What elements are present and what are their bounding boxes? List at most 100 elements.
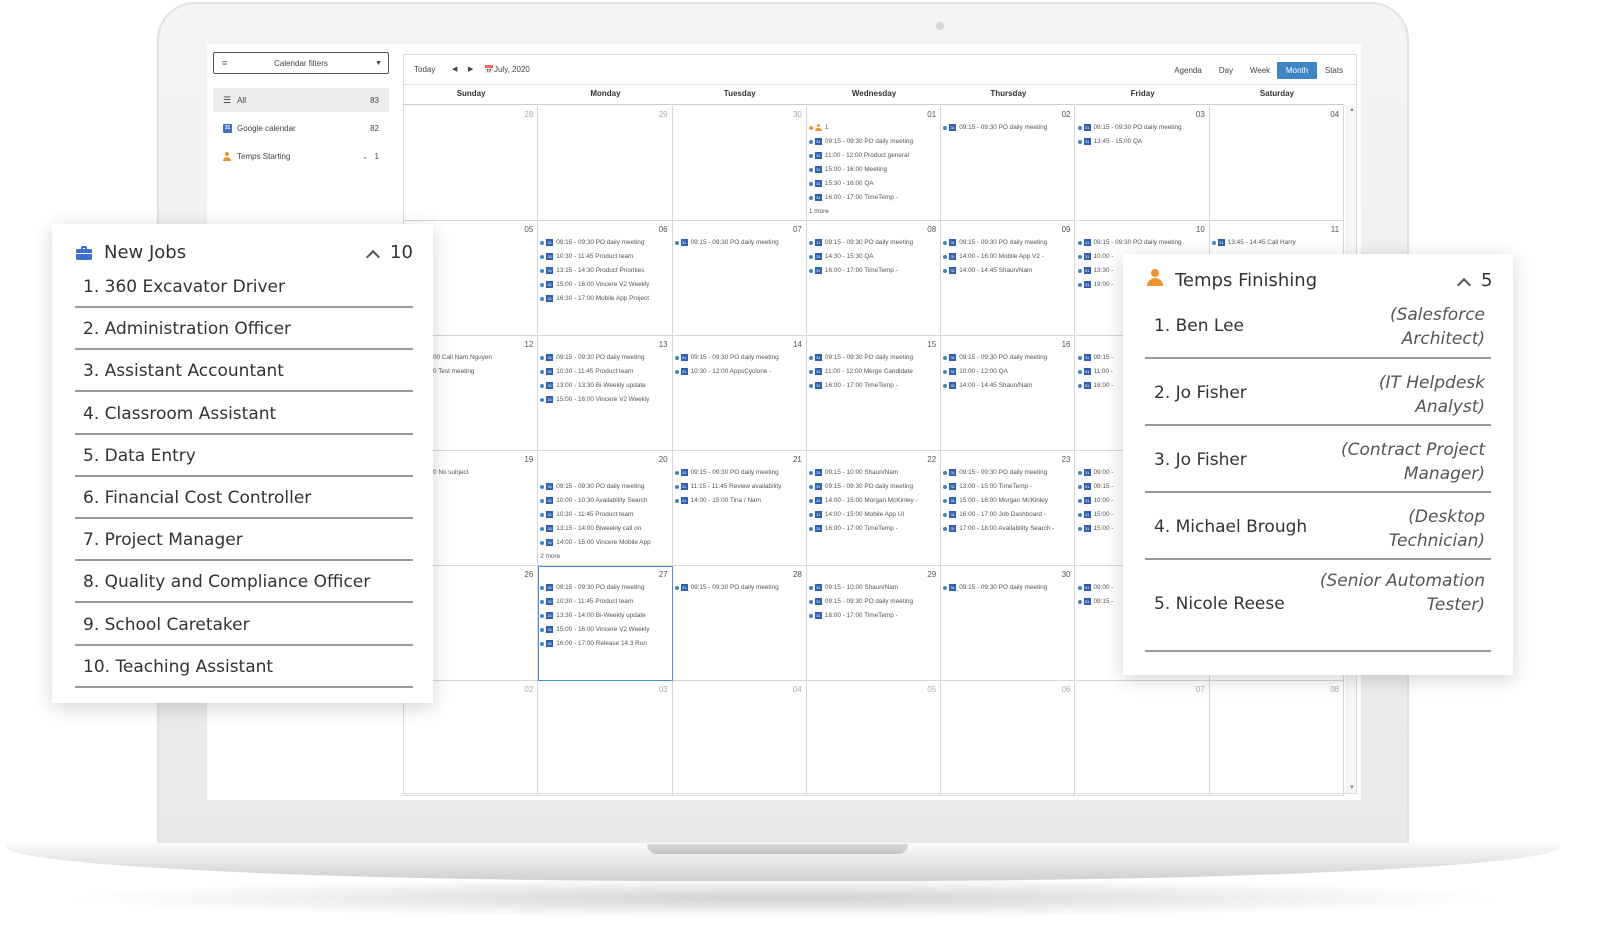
day-cell[interactable]: 01 1 31 09:15 - 09:30 PO daily meeting 31 11:… [806,106,942,221]
calendar-event[interactable]: 31 09:15 - 09:30 PO daily meeting [540,483,644,490]
calendar-filters-dropdown[interactable]: ≡ Calendar filters ▼ [213,52,389,74]
view-day-button[interactable]: Day [1212,62,1240,79]
calendar-event[interactable]: 31 15:00 - 16:00 Vincere V2 Weekly [540,626,650,633]
calendar-event[interactable]: 1 [808,124,828,131]
calendar-event[interactable]: 31 09:15 - [1077,598,1113,605]
filter-item-temps-starting[interactable]: Temps Starting ⌄ 1 [213,144,389,168]
calendar-event[interactable]: 31 14:00 - 15:00 Morgan McKinley - [808,497,918,504]
calendar-event[interactable]: 31 09:15 - 09:30 PO daily meeting [943,354,1047,361]
date-picker[interactable]: 📅July, 2020 [484,65,530,74]
job-list-item[interactable]: 8. Quality and Compliance Officer [75,561,413,604]
day-cell[interactable]: 13 31 09:15 - 09:30 PO daily meeting 31 10:3… [538,336,673,451]
job-list-item[interactable]: 5. Data Entry [75,435,413,477]
calendar-event[interactable]: 31 13:15 - 14:30 Product Priorities [540,267,644,274]
day-cell[interactable]: 27 31 09:15 - 09:30 PO daily meeting 31 10:3… [538,566,673,681]
job-list-item[interactable]: 10. Teaching Assistant [75,646,413,688]
day-cell[interactable]: 07 [1075,681,1210,796]
day-cell[interactable]: 16 31 09:15 - 09:30 PO daily meeting 31 10:0… [941,336,1076,451]
view-agenda-button[interactable]: Agenda [1168,62,1208,79]
calendar-event[interactable]: 31 14:00 - 16:00 Mobile App V2 - [943,253,1044,260]
calendar-event[interactable]: 31 16:00 - 17:00 TimeTemp - [808,194,898,201]
calendar-event[interactable]: 31 15:00 - 16:00 Morgan McKinley [943,497,1048,504]
calendar-event[interactable]: 31 09:15 - 10:00 Shaun/Nam [808,584,898,591]
day-cell[interactable]: 06 31 09:15 - 09:30 PO daily meeting 31 10:3… [538,221,673,336]
temp-list-item[interactable]: 4. Michael Brough (Desktop Technician) [1145,493,1491,560]
calendar-event[interactable]: 31 15:00 - [1077,525,1113,532]
day-cell[interactable]: 23 31 09:15 - 09:30 PO daily meeting 31 13:0… [941,451,1076,566]
calendar-event[interactable]: 31 16:30 - 17:00 Mobile App Project [540,295,649,302]
day-cell[interactable]: 04 [672,681,807,796]
day-cell[interactable]: 03 31 09:15 - 09:30 PO daily meeting 31 13:4… [1075,106,1210,221]
calendar-event[interactable]: 31 14:00 - 14:45 Shaun/Nam [943,267,1032,274]
calendar-event[interactable]: 31 09:15 - 09:30 PO daily meeting [943,469,1047,476]
calendar-event[interactable]: 31 10:00 - 10:30 Availability Search [540,497,647,504]
view-week-button[interactable]: Week [1244,62,1276,79]
calendar-event[interactable]: 31 10:30 - 11:45 Product team [540,368,633,375]
day-cell[interactable]: 09 31 09:15 - 09:30 PO daily meeting 31 14:0… [941,221,1076,336]
calendar-event[interactable]: 31 10:30 - 11:45 Product team [540,253,633,260]
day-cell[interactable]: 30 31 09:15 - 09:30 PO daily meeting [941,566,1076,681]
day-cell[interactable]: 06 [941,681,1076,796]
calendar-event[interactable]: 31 14:00 - 15:00 Vincere Mobile App [540,539,651,546]
chevron-up-icon[interactable] [365,249,381,265]
calendar-event[interactable]: 31 19:00 - [1077,281,1113,288]
calendar-event[interactable]: 31 09:15 - 09:30 PO daily meeting [943,124,1047,131]
calendar-event[interactable]: 31 15:00 - 16:00 Vincere V2 Weekly [540,396,650,403]
calendar-event[interactable]: 31 13:00 - 13:30 Bi-Weekly update [540,382,646,389]
day-cell[interactable]: 02 31 09:15 - 09:30 PO daily meeting [941,106,1076,221]
filter-item-google-calendar[interactable]: 31 Google calendar 82 [213,116,389,140]
calendar-event[interactable]: 31 13:15 - 14:00 Biweekly call on [540,525,641,532]
calendar-event[interactable]: 31 11:00 - [1077,368,1113,375]
calendar-event[interactable]: 31 09:15 - 09:30 PO daily meeting [674,239,779,246]
calendar-event[interactable]: 31 09:15 - 09:30 PO daily meeting [540,354,644,361]
job-list-item[interactable]: 6. Financial Cost Controller [75,477,413,519]
calendar-event[interactable]: 31 16:00 - 17:00 TimeTemp - [808,525,898,532]
view-month-button[interactable]: Month [1277,62,1317,79]
calendar-event[interactable]: 31 10:00 - [1077,497,1113,504]
calendar-event[interactable]: 31 09:15 - 09:30 PO daily meeting [943,584,1047,591]
calendar-event[interactable]: 31 09:15 - 09:30 PO daily meeting [943,239,1047,246]
day-cell[interactable]: 29 [538,106,673,221]
calendar-event[interactable]: 31 14:00 - 15:00 Mobile App UI [808,511,904,518]
calendar-event[interactable]: 31 13:30 - 14:00 Bi-Weekly update [540,612,646,619]
temp-list-item[interactable]: 1. Ben Lee (Salesforce Architect) [1145,298,1491,359]
day-cell[interactable]: 15 31 09:15 - 09:30 PO daily meeting 31 11:0… [806,336,942,451]
calendar-event[interactable]: 31 10:30 - 12:00 AppsCyclone - [674,368,771,375]
day-cell[interactable]: 07 31 09:15 - 09:30 PO daily meeting [672,221,807,336]
job-list-item[interactable]: 3. Assistant Accountant [75,350,413,393]
day-cell[interactable]: 22 31 09:15 - 10:00 Shaun/Nam 31 09:15 - 09:… [806,451,942,566]
calendar-event[interactable]: 31 14:00 - 14:45 Shaun/Nam [943,382,1032,389]
calendar-event[interactable]: 31 09:15 - 09:30 PO daily meeting [1077,239,1182,246]
calendar-event[interactable]: 31 16:00 - 17:00 TimeTemp - [808,267,898,274]
day-cell[interactable]: 03 [538,681,673,796]
calendar-event[interactable]: 31 09:00 - [1077,469,1113,476]
day-cell[interactable]: 08 [1209,681,1345,796]
job-list-item[interactable]: 1. 360 Excavator Driver [75,266,413,308]
calendar-event[interactable]: 31 16:00 - 17:00 Job Dashboard - [943,511,1046,518]
calendar-event[interactable]: 31 09:15 - 09:30 PO daily meeting [540,239,644,246]
calendar-event[interactable]: 31 09:15 - 09:30 PO daily meeting [540,584,644,591]
calendar-event[interactable]: 31 15:00 - 16:00 Vincere V2 Weekly [540,281,650,288]
calendar-event[interactable]: 31 10:30 - 11:45 Product team [540,598,633,605]
next-month-icon[interactable]: ▶ [468,65,473,73]
calendar-event[interactable]: 31 16:00 - 17:00 TimeTemp - [808,612,898,619]
calendar-event[interactable]: 31 09:15 - [1077,354,1113,361]
calendar-event[interactable]: 31 11:00 - 12:00 Product general [808,152,909,159]
day-cell[interactable]: 29 31 09:15 - 10:00 Shaun/Nam 31 09:15 - 09:… [806,566,942,681]
calendar-event[interactable]: 31 13:00 - 15:00 TimeTemp - [943,483,1032,490]
calendar-event[interactable]: 31 09:15 - 09:30 PO daily meeting [674,584,779,591]
calendar-event[interactable]: 31 15:30 - 16:00 QA [808,180,874,187]
more-events-link[interactable]: 2 more [540,553,560,560]
calendar-event[interactable]: 31 11:00 - 12:00 Merge Candidate [808,368,913,375]
temp-list-item[interactable]: 3. Jo Fisher (Contract Project Manager) [1145,426,1491,493]
calendar-event[interactable]: 31 15:00 - 16:00 Meeting [808,166,887,173]
day-cell[interactable]: 14 31 09:15 - 09:30 PO daily meeting 31 10:3… [672,336,807,451]
day-cell[interactable]: 21 31 09:15 - 09:30 PO daily meeting 31 11:1… [672,451,807,566]
calendar-event[interactable]: 31 13:30 - [1077,267,1113,274]
calendar-event[interactable]: 31 09:15 - 09:30 PO daily meeting [674,354,779,361]
calendar-event[interactable]: 31 09:15 - 09:30 PO daily meeting [808,138,913,145]
day-cell[interactable]: 28 [404,106,539,221]
calendar-event[interactable]: 31 09:15 - 09:30 PO daily meeting [808,483,913,490]
calendar-event[interactable]: 31 16:00 - [1077,382,1113,389]
calendar-event[interactable]: 31 09:15 - 09:30 PO daily meeting [808,239,913,246]
